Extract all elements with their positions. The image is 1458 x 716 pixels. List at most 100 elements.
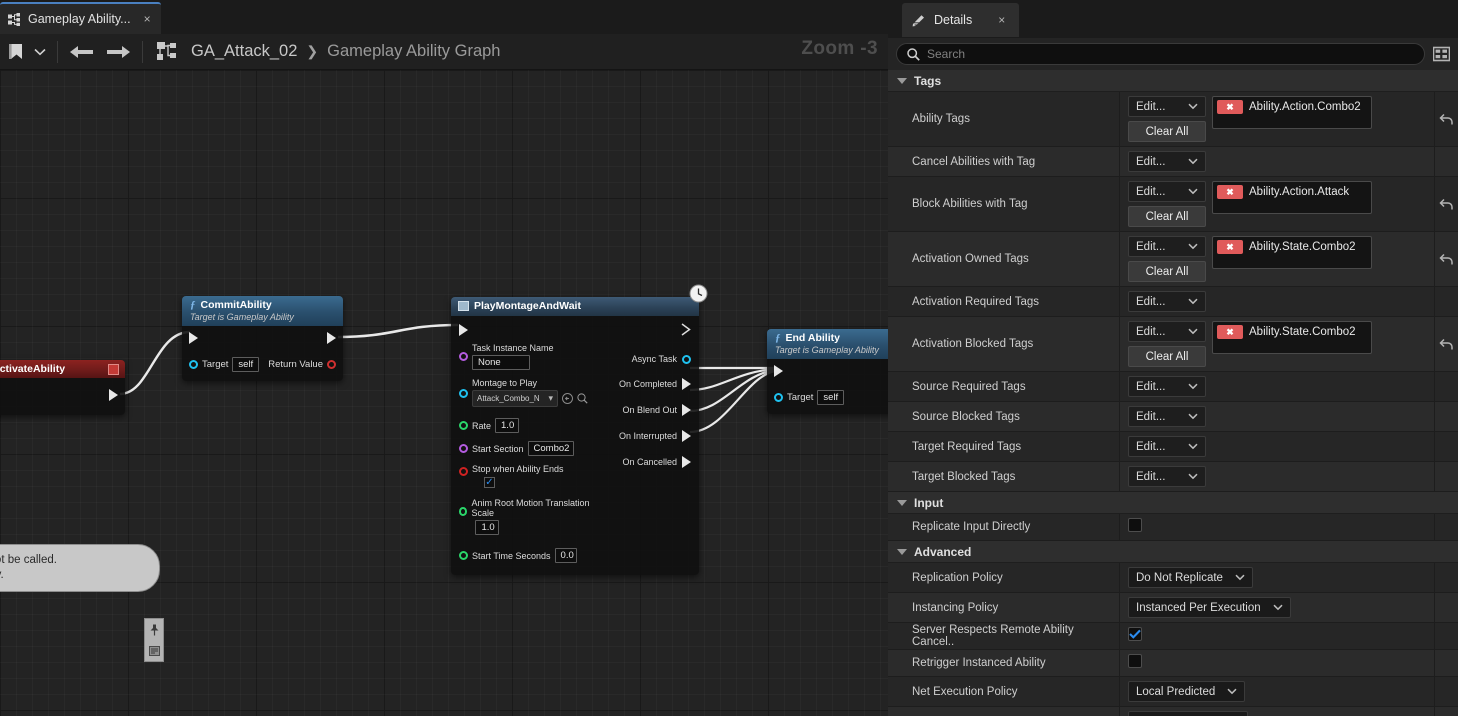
dropdown-replication-policy[interactable]: Do Not Replicate — [1128, 567, 1253, 588]
pin-on-interrupted[interactable] — [682, 430, 691, 442]
revert-button-block-abilities-with-tag[interactable] — [1434, 177, 1458, 231]
property-value: Instanced Per Execution — [1120, 593, 1434, 622]
edit-button-block-abilities-with-tag[interactable]: Edit... — [1128, 181, 1206, 202]
browse-asset-icon[interactable] — [577, 393, 588, 404]
pin-label-on-cancelled: On Cancelled — [622, 457, 677, 467]
rate-value[interactable]: 1.0 — [495, 418, 520, 433]
stop-when-ability-ends-checkbox[interactable]: ✓ — [484, 477, 495, 488]
pin-on-cancelled[interactable] — [682, 456, 691, 468]
revert-button-activation-owned-tags[interactable] — [1434, 232, 1458, 286]
pin-start-time-seconds[interactable] — [459, 551, 468, 560]
close-icon[interactable]: × — [998, 13, 1005, 27]
node-commit-ability[interactable]: ƒ CommitAbility Target is Gameplay Abili… — [182, 296, 343, 381]
edit-button-source-blocked-tags[interactable]: Edit... — [1128, 406, 1206, 427]
pin-label-return-value: Return Value — [268, 359, 323, 370]
pin-exec-out[interactable] — [327, 332, 336, 344]
task-instance-name-value[interactable]: None — [472, 355, 530, 370]
section-header-input[interactable]: Input — [888, 492, 1458, 514]
target-value[interactable]: self — [232, 357, 260, 372]
comment-tooltip-buttons[interactable] — [144, 618, 164, 662]
pin-task-instance-name[interactable] — [459, 352, 468, 361]
checkbox-retrigger-instanced-ability[interactable] — [1128, 654, 1142, 668]
target-value[interactable]: self — [817, 390, 845, 405]
edit-button-activation-blocked-tags[interactable]: Edit... — [1128, 321, 1206, 342]
pin-exec-in[interactable] — [774, 365, 783, 377]
pin-montage-to-play[interactable] — [459, 389, 468, 398]
tab-details[interactable]: Details × — [902, 3, 1020, 37]
dropdown-net-security-policy[interactable]: Client Or Server — [1128, 711, 1249, 716]
revert-button-source-required-tags — [1434, 372, 1458, 401]
revert-button-activation-blocked-tags[interactable] — [1434, 317, 1458, 371]
pin-rate[interactable] — [459, 421, 468, 430]
dropdown-net-execution-policy[interactable]: Local Predicted — [1128, 681, 1246, 702]
edit-button-source-required-tags[interactable]: Edit... — [1128, 376, 1206, 397]
chevron-down-icon — [1188, 158, 1198, 165]
use-selected-asset-icon[interactable] — [562, 393, 573, 404]
pin-target[interactable] — [189, 360, 198, 369]
edit-button-ability-tags[interactable]: Edit... — [1128, 96, 1206, 117]
search-input[interactable]: Search — [896, 43, 1425, 65]
node-end-ability[interactable]: ƒ End Ability Target is Gameplay Ability — [767, 329, 888, 414]
clear-all-button-activation-blocked-tags[interactable]: Clear All — [1128, 346, 1206, 367]
edit-button-cancel-abilities-with-tag[interactable]: Edit... — [1128, 151, 1206, 172]
pin-return-value[interactable] — [327, 360, 336, 369]
checkbox-server-respects-remote-ability-cancel[interactable] — [1128, 627, 1142, 641]
start-time-seconds-value[interactable]: 0.0 — [554, 548, 577, 563]
section-title: Advanced — [914, 544, 972, 559]
pin-exec-in[interactable] — [459, 323, 468, 336]
graph-canvas[interactable]: BLUEPRINT Event — [0, 70, 888, 716]
docs-link-icon[interactable] — [148, 646, 160, 656]
zoom-level-label: Zoom -3 — [801, 38, 878, 59]
pin-label-task-instance-name: Task Instance Name — [472, 343, 554, 353]
remove-tag-icon[interactable]: ✖ — [1217, 325, 1243, 339]
pin-async-task[interactable] — [682, 354, 691, 364]
breadcrumb-item-asset[interactable]: GA_Attack_02 — [191, 42, 297, 61]
node-event-activate-ability[interactable]: Event ActivateAbility — [0, 360, 125, 415]
pin-tooltip-icon[interactable] — [149, 624, 160, 636]
forward-button[interactable] — [100, 39, 136, 65]
remove-tag-icon[interactable]: ✖ — [1217, 185, 1243, 199]
tab-gameplay-ability[interactable]: Gameplay Ability... × — [0, 2, 161, 34]
remove-tag-icon[interactable]: ✖ — [1217, 240, 1243, 254]
pin-on-completed[interactable] — [682, 378, 691, 390]
section-header-advanced[interactable]: Advanced — [888, 541, 1458, 563]
revert-button-retrigger-instanced-ability — [1434, 650, 1458, 676]
clear-all-button-block-abilities-with-tag[interactable]: Clear All — [1128, 206, 1206, 227]
pin-target[interactable] — [774, 393, 783, 402]
pin-exec-out[interactable] — [681, 323, 691, 336]
checkbox-replicate-input-directly[interactable] — [1128, 518, 1142, 532]
chevron-down-icon[interactable] — [29, 39, 51, 65]
tag-item: ✖ Ability.State.Combo2 — [1217, 240, 1367, 254]
breadcrumb-item-graph[interactable]: Gameplay Ability Graph — [327, 42, 500, 61]
clear-all-button-ability-tags[interactable]: Clear All — [1128, 121, 1206, 142]
edit-button-activation-required-tags[interactable]: Edit... — [1128, 291, 1206, 312]
pin-on-blend-out[interactable] — [682, 404, 691, 416]
property-row-net-security-policy: Net Security Policy Client Or Server — [888, 707, 1458, 716]
edit-button-target-blocked-tags[interactable]: Edit... — [1128, 466, 1206, 487]
remove-tag-icon[interactable]: ✖ — [1217, 100, 1243, 114]
blueprint-graph-icon[interactable] — [149, 39, 183, 65]
back-button[interactable] — [64, 39, 100, 65]
anim-root-motion-value[interactable]: 1.0 — [475, 520, 500, 535]
start-section-value[interactable]: Combo2 — [527, 441, 574, 456]
edit-button-activation-owned-tags[interactable]: Edit... — [1128, 236, 1206, 257]
pin-anim-root-motion-translation-scale[interactable] — [459, 507, 468, 516]
montage-to-play-dropdown[interactable]: Attack_Combo_N ▾ — [472, 390, 558, 407]
pin-label-on-interrupted: On Interrupted — [618, 431, 677, 441]
chevron-down-icon — [897, 77, 907, 84]
bookmark-button[interactable] — [4, 39, 29, 65]
dropdown-instancing-policy[interactable]: Instanced Per Execution — [1128, 597, 1291, 618]
edit-button-target-required-tags[interactable]: Edit... — [1128, 436, 1206, 457]
pin-exec-in[interactable] — [189, 332, 198, 344]
chevron-down-icon — [1273, 604, 1283, 611]
close-icon[interactable]: × — [144, 12, 151, 26]
pin-stop-when-ability-ends[interactable] — [459, 467, 468, 476]
revert-button-target-required-tags — [1434, 432, 1458, 461]
node-play-montage-and-wait[interactable]: PlayMontageAndWait Task Instance Name No… — [451, 284, 708, 575]
pin-exec-out[interactable] — [109, 389, 118, 401]
revert-button-ability-tags[interactable] — [1434, 92, 1458, 146]
grid-settings-icon[interactable] — [1433, 46, 1450, 63]
clear-all-button-activation-owned-tags[interactable]: Clear All — [1128, 261, 1206, 282]
pin-start-section[interactable] — [459, 444, 468, 453]
section-header-tags[interactable]: Tags — [888, 70, 1458, 92]
